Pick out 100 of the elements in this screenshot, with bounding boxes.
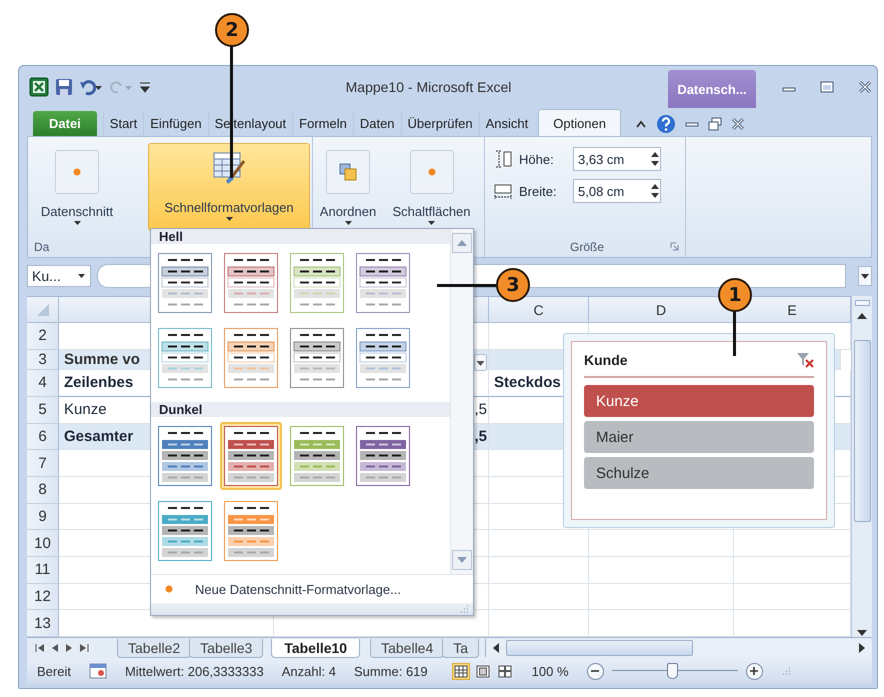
spin-field[interactable]: 5,08 cm: [573, 179, 661, 203]
up-icon: [457, 240, 467, 246]
dot-icon: [165, 585, 173, 593]
ribbon-button[interactable]: Datenschnitt: [30, 143, 124, 231]
minus-icon: [591, 667, 600, 675]
view-icon: [476, 664, 490, 678]
status-text: Mittelwert: 206,3333333: [124, 664, 264, 678]
save-icon[interactable]: [55, 78, 73, 96]
maximize-icon[interactable]: [820, 80, 834, 94]
scroll-up-icon[interactable]: [856, 312, 868, 320]
row-header[interactable]: 3: [27, 350, 59, 370]
resize-grip-icon[interactable]: [780, 666, 791, 676]
status-text: Anzahl: 4: [282, 664, 336, 678]
zoom-out-button[interactable]: [586, 662, 604, 680]
row-header[interactable]: 7: [27, 450, 59, 477]
style-thumbnail[interactable]: [224, 501, 278, 561]
close-icon[interactable]: [858, 80, 872, 94]
style-thumbnail[interactable]: [290, 426, 344, 486]
row-header[interactable]: 2: [27, 323, 59, 350]
row-header[interactable]: 9: [27, 504, 59, 530]
expand-formula-icon[interactable]: [858, 266, 872, 286]
column-header[interactable]: C: [533, 302, 544, 318]
row-header[interactable]: 8: [27, 476, 59, 504]
split-handle-icon[interactable]: [854, 300, 870, 306]
style-thumbnail[interactable]: [158, 426, 212, 486]
next-sheet-icon[interactable]: [65, 643, 73, 653]
contextual-tab-header: Datensch...: [668, 70, 756, 108]
file-tab[interactable]: Datei: [33, 111, 97, 136]
style-thumbnail[interactable]: [356, 253, 410, 313]
style-thumbnail[interactable]: [356, 426, 410, 486]
style-thumbnail[interactable]: [290, 253, 344, 313]
style-thumbnail[interactable]: [158, 253, 212, 313]
row-header[interactable]: 10: [27, 530, 59, 557]
scroll-left-icon[interactable]: [492, 642, 500, 654]
first-sheet-icon[interactable]: [35, 643, 45, 653]
style-thumbnail[interactable]: [290, 328, 344, 388]
resize-grip-icon[interactable]: [461, 605, 469, 613]
scroll-thumb[interactable]: [506, 640, 694, 656]
row-header[interactable]: 11: [27, 556, 59, 584]
clear-filter-icon[interactable]: [796, 352, 814, 368]
quick-styles-button[interactable]: Schnellformatvorlagen: [148, 143, 310, 231]
leader-line: [733, 311, 736, 356]
sheet-tab[interactable]: Tabelle10: [271, 638, 360, 658]
plus-icon: [750, 667, 758, 675]
style-thumbnail[interactable]: [158, 501, 212, 561]
slicer-item[interactable]: Maier: [584, 421, 814, 453]
spinner-arrows-icon[interactable]: [650, 183, 660, 199]
new-style-menu-item[interactable]: Neue Datenschnitt-Formatvorlage...: [191, 580, 405, 598]
dot-icon: [428, 168, 436, 176]
slicer-frame[interactable]: Kunde Kunze Maier Schulze: [563, 333, 835, 528]
style-thumbnail[interactable]: [158, 328, 212, 388]
previous-sheet-icon[interactable]: [51, 643, 59, 653]
row-header[interactable]: 13: [27, 610, 59, 637]
style-thumbnail[interactable]: [224, 426, 278, 486]
callout-badge: 2: [215, 13, 249, 47]
spreadsheet-app-icon[interactable]: [29, 77, 49, 97]
sheet-tab[interactable]: Tabelle2: [117, 638, 192, 658]
slicer-item[interactable]: Kunze: [584, 385, 814, 417]
view-icon: [498, 664, 512, 678]
close-icon[interactable]: [731, 116, 745, 130]
scroll-thumb[interactable]: [854, 340, 870, 522]
column-header[interactable]: E: [787, 302, 797, 318]
scroll-right-icon[interactable]: [858, 642, 866, 654]
group-label: Da: [34, 240, 50, 254]
ribbon-button[interactable]: Anordnen: [315, 143, 381, 231]
macro-record-icon[interactable]: [88, 663, 107, 679]
section-heading: Hell: [159, 229, 183, 244]
slicer-item[interactable]: Schulze: [584, 457, 814, 489]
page-layout-button[interactable]: [474, 662, 492, 680]
ribbon-button[interactable]: Schaltflächen: [381, 143, 482, 231]
style-thumbnail[interactable]: [356, 328, 410, 388]
dialog-launcher-icon[interactable]: [670, 242, 679, 251]
spinner-arrows-icon[interactable]: [650, 151, 660, 167]
style-thumbnail[interactable]: [224, 253, 278, 313]
sheet-tab[interactable]: Tabelle3: [189, 638, 264, 658]
filter-dropdown-icon[interactable]: [474, 354, 487, 371]
undo-icon[interactable]: [79, 78, 103, 96]
row-header[interactable]: 5: [27, 396, 59, 424]
row-header[interactable]: 12: [27, 584, 59, 610]
caret-icon: [224, 215, 234, 223]
name-box[interactable]: Ku...: [27, 265, 91, 287]
down-icon: [457, 557, 467, 563]
column-header[interactable]: D: [656, 302, 666, 318]
normal-view-button[interactable]: [452, 662, 470, 680]
dot-icon: [73, 168, 81, 176]
sheet-tab[interactable]: Ta: [442, 638, 480, 658]
spin-field[interactable]: 3,63 cm: [573, 147, 661, 171]
sheet-tab[interactable]: Tabelle4: [370, 638, 444, 658]
slider-thumb[interactable]: [666, 663, 678, 679]
last-sheet-icon[interactable]: [79, 643, 89, 653]
restore-icon[interactable]: [708, 116, 722, 130]
row-header[interactable]: 4: [27, 370, 59, 397]
slicer-title: Kunde: [584, 352, 628, 368]
ribbon-tab[interactable]: Optionen: [538, 109, 621, 136]
zoom-in-button[interactable]: [746, 662, 763, 680]
status-text: Bereit: [37, 664, 71, 678]
help-icon[interactable]: [656, 114, 676, 134]
style-thumbnail[interactable]: [224, 328, 278, 388]
row-header[interactable]: 6: [27, 424, 59, 450]
page-break-button[interactable]: [496, 662, 514, 680]
